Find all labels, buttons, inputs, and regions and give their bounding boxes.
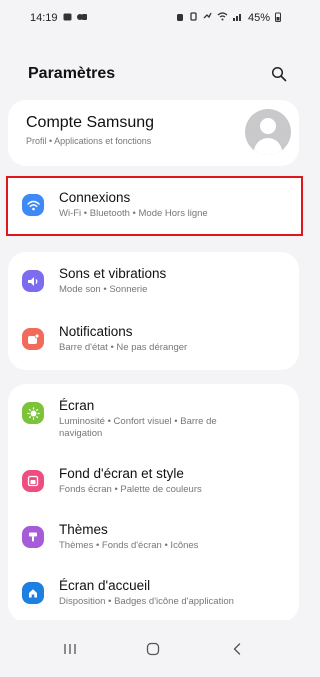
wifi-status-icon (217, 12, 228, 24)
item-subtitle: Thèmes • Fonds d'écran • Icônes (59, 540, 199, 551)
account-title: Compte Samsung (26, 114, 155, 131)
display-card: Écran Luminosité • Confort visuel • Barr… (8, 384, 299, 622)
notification-icon (22, 328, 44, 350)
home-button-icon (147, 642, 160, 655)
samsung-account-card[interactable]: Compte Samsung Profil • Applications et … (8, 100, 299, 166)
brightness-icon (22, 402, 44, 424)
wallpaper-icon (22, 470, 44, 492)
avatar-body (254, 138, 282, 155)
back-button[interactable] (217, 634, 257, 664)
app-status-icon (76, 13, 87, 24)
status-right: 45% (176, 12, 281, 25)
status-bar: 14:19 45% (0, 0, 307, 36)
person-icon[interactable] (245, 109, 291, 155)
notification-status-icon (63, 13, 72, 24)
mute-icon (203, 12, 212, 24)
vibrate-icon (189, 12, 198, 24)
account-text: Compte Samsung Profil • Applications et … (26, 114, 154, 146)
wifi-icon (22, 194, 44, 216)
recent-apps-icon (64, 643, 76, 654)
item-texts: Connexions Wi-Fi • Bluetooth • Mode Hors… (59, 189, 208, 220)
home-icon (22, 582, 44, 604)
item-title: Thèmes (59, 522, 108, 537)
settings-item-themes[interactable]: Thèmes Thèmes • Fonds d'écran • Icônes (8, 510, 299, 566)
page-title: Paramètres (28, 65, 116, 82)
signal-icon (232, 12, 243, 24)
page-header: Paramètres (0, 56, 307, 92)
settings-item-home-screen[interactable]: Écran d'accueil Disposition • Badges d'i… (8, 566, 299, 622)
item-subtitle: Luminosité • Confort visuel • Barre de (59, 416, 217, 427)
battery-percent: 45% (247, 12, 270, 24)
search-icon (271, 66, 287, 82)
sound-notifications-card: Sons et vibrations Mode son • Sonnerie N… (8, 252, 299, 370)
item-subtitle: Barre d'état • Ne pas déranger (59, 342, 188, 353)
settings-item-notifications[interactable]: Notifications Barre d'état • Ne pas déra… (8, 312, 299, 368)
item-title: Notifications (59, 324, 133, 339)
avatar-head (260, 118, 276, 134)
item-subtitle-line2: navigation (59, 428, 103, 439)
account-subtitle: Profil • Applications et fonctions (26, 136, 152, 146)
item-subtitle: Disposition • Badges d'icône d'applicati… (59, 596, 234, 607)
settings-item-sound[interactable]: Sons et vibrations Mode son • Sonnerie (8, 254, 299, 310)
settings-item-wallpaper[interactable]: Fond d'écran et style Fonds écran • Pale… (8, 454, 299, 510)
battery-icon (275, 12, 281, 25)
themes-icon (22, 526, 44, 548)
status-time: 14:19 (30, 12, 58, 24)
item-subtitle: Mode son • Sonnerie (59, 284, 148, 295)
item-texts: Thèmes Thèmes • Fonds d'écran • Icônes (59, 521, 198, 552)
item-subtitle: Fonds écran • Palette de couleurs (59, 484, 202, 495)
item-title: Écran (59, 398, 95, 413)
volume-icon (22, 270, 44, 292)
home-button[interactable] (133, 634, 173, 664)
item-title: Sons et vibrations (59, 266, 167, 281)
item-texts: Écran Luminosité • Confort visuel • Barr… (59, 397, 217, 440)
item-texts: Notifications Barre d'état • Ne pas déra… (59, 323, 187, 354)
search-button[interactable] (265, 60, 293, 88)
item-title: Connexions (59, 190, 131, 205)
recent-apps-button[interactable] (50, 634, 90, 664)
settings-item-display[interactable]: Écran Luminosité • Confort visuel • Barr… (8, 386, 299, 442)
item-texts: Sons et vibrations Mode son • Sonnerie (59, 265, 166, 296)
item-title: Fond d'écran et style (59, 466, 184, 481)
navigation-bar (0, 620, 307, 677)
item-subtitle: Wi-Fi • Bluetooth • Mode Hors ligne (59, 208, 208, 219)
item-texts: Fond d'écran et style Fonds écran • Pale… (59, 465, 202, 496)
settings-item-connections[interactable]: Connexions Wi-Fi • Bluetooth • Mode Hors… (8, 178, 301, 234)
item-title: Écran d'accueil (59, 578, 151, 593)
alarm-icon (176, 12, 184, 24)
connections-highlight[interactable]: Connexions Wi-Fi • Bluetooth • Mode Hors… (6, 176, 303, 236)
status-left: 14:19 (30, 12, 87, 24)
item-texts: Écran d'accueil Disposition • Badges d'i… (59, 577, 234, 608)
back-icon (233, 642, 241, 655)
